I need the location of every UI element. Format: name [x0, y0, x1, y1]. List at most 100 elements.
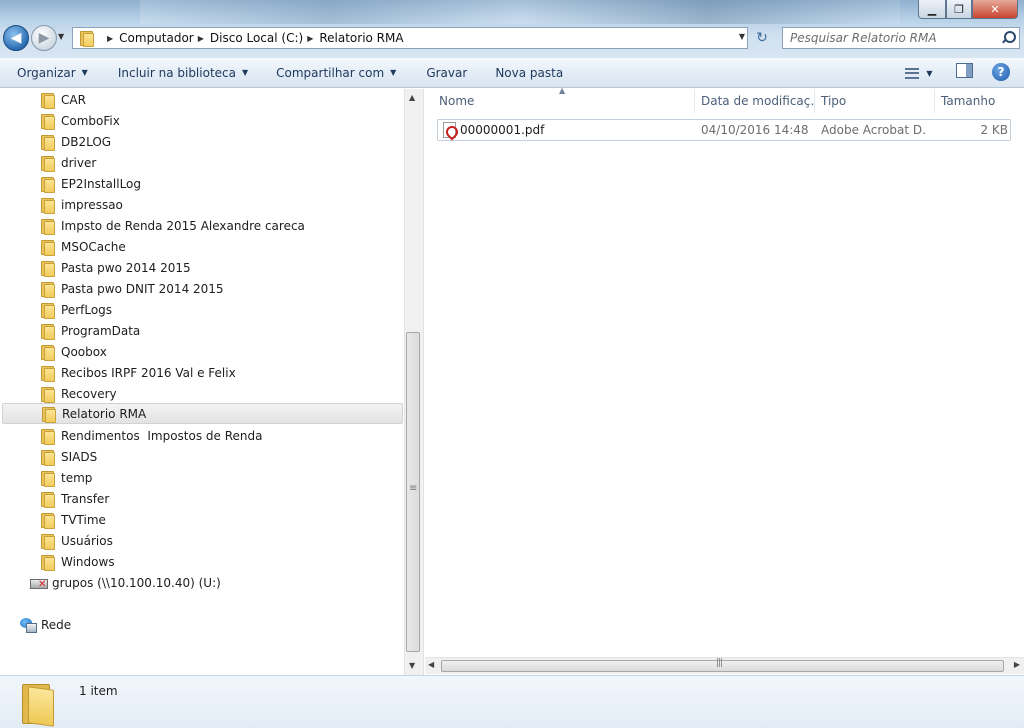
column-header-name[interactable]: Nome: [433, 89, 695, 113]
address-dropdown-icon[interactable]: ▼: [739, 32, 745, 41]
tree-folder-impsto-de-renda[interactable]: Impsto de Renda 2015 Alexandre careca: [0, 215, 404, 236]
folder-label: Qoobox: [61, 344, 107, 359]
share-with-button[interactable]: Compartilhar com ▼: [267, 61, 405, 85]
folder-icon: [40, 92, 55, 109]
include-in-library-button[interactable]: Incluir na biblioteca ▼: [109, 61, 257, 85]
recent-pages-dropdown[interactable]: ▼: [58, 32, 64, 41]
folder-icon: [79, 31, 94, 47]
folder-icon: [40, 470, 55, 487]
burn-button[interactable]: Gravar: [417, 61, 476, 85]
new-folder-button[interactable]: Nova pasta: [486, 61, 572, 85]
column-headers: ▲ Nome Data de modificaç… Tipo Tamanho: [425, 86, 1024, 113]
folder-icon: [40, 302, 55, 319]
search-icon[interactable]: [1001, 31, 1016, 45]
folder-icon: [40, 281, 55, 298]
item-count: 1 item: [79, 684, 118, 698]
breadcrumb-separator-icon[interactable]: ▶: [107, 34, 113, 43]
scroll-right-icon[interactable]: ▶: [1014, 660, 1020, 669]
file-row[interactable]: 00000001.pdf 04/10/2016 14:48 Adobe Acro…: [437, 119, 1011, 141]
tree-folder-windows[interactable]: Windows: [0, 551, 404, 572]
folder-icon: [40, 512, 55, 529]
address-bar[interactable]: ▶ Computador ▶ Disco Local (C:) ▶ Relato…: [72, 27, 748, 49]
folder-icon: [40, 260, 55, 277]
maximize-button[interactable]: ❐: [946, 0, 972, 19]
file-size: 2 KB: [980, 123, 1008, 137]
chevron-down-icon: ▼: [81, 68, 88, 77]
tree-folder-recovery[interactable]: Recovery: [0, 383, 404, 404]
folder-label: Relatorio RMA: [62, 406, 147, 421]
organize-button[interactable]: Organizar ▼: [8, 61, 97, 85]
command-bar: Organizar ▼ Incluir na biblioteca ▼ Compar…: [0, 58, 1024, 88]
folder-label: ProgramData: [61, 323, 141, 338]
folder-icon: [40, 113, 55, 130]
tree-folder-siads[interactable]: SIADS: [0, 446, 404, 467]
scrollbar-thumb[interactable]: [441, 658, 1004, 672]
search-placeholder: Pesquisar Relatorio RMA: [790, 31, 937, 45]
tree-folder-ep2installlog[interactable]: EP2InstallLog: [0, 173, 404, 194]
disconnected-drive-icon: [30, 576, 48, 590]
breadcrumb-separator-icon[interactable]: ▶: [198, 34, 204, 43]
folder-icon: [40, 218, 55, 235]
folder-icon: [41, 406, 56, 423]
folder-label: driver: [61, 155, 97, 170]
folder-label: Recibos IRPF 2016 Val e Felix: [61, 365, 236, 380]
breadcrumb-local-disk[interactable]: Disco Local (C:): [210, 31, 303, 45]
back-button[interactable]: ◀: [3, 25, 29, 51]
breadcrumb-relatorio-rma[interactable]: Relatorio RMA: [319, 31, 403, 45]
tree-folder-driver[interactable]: driver: [0, 152, 404, 173]
tree-folder-relatorio-rma[interactable]: Relatorio RMA: [2, 403, 403, 424]
forward-button[interactable]: ▶: [31, 25, 57, 51]
column-header-size[interactable]: Tamanho: [935, 89, 1013, 113]
help-icon[interactable]: ?: [992, 63, 1010, 81]
folder-icon: [40, 344, 55, 361]
tree-folder-db2log[interactable]: DB2LOG: [0, 131, 404, 152]
file-type: Adobe Acrobat D…: [821, 123, 926, 137]
tree-folder-pasta-pwo-dnit[interactable]: Pasta pwo DNIT 2014 2015: [0, 278, 404, 299]
tree-folder-car[interactable]: CAR: [0, 89, 404, 110]
preview-pane-icon[interactable]: [956, 63, 973, 78]
column-header-date-modified[interactable]: Data de modificaç…: [695, 89, 815, 113]
file-name: 00000001.pdf: [460, 123, 545, 137]
tree-folder-transfer[interactable]: Transfer: [0, 488, 404, 509]
tree-folder-tvtime[interactable]: TVTime: [0, 509, 404, 530]
scrollbar-thumb[interactable]: [406, 332, 420, 652]
breadcrumb-computer[interactable]: Computador: [119, 31, 194, 45]
title-bar: ▁ ❐ ✕ ◀ ▶ ▼ ▶ Computador ▶ Disco Local (…: [0, 0, 1024, 58]
tree-folder-msocache[interactable]: MSOCache: [0, 236, 404, 257]
tree-folder-temp[interactable]: temp: [0, 467, 404, 488]
folder-icon: [40, 491, 55, 508]
refresh-button[interactable]: ↻: [752, 29, 772, 47]
close-button[interactable]: ✕: [972, 0, 1018, 19]
tree-network[interactable]: Rede: [0, 614, 404, 635]
tree-folder-combofix[interactable]: ComboFix: [0, 110, 404, 131]
folder-icon: [40, 428, 55, 445]
file-list-horizontal-scrollbar[interactable]: ◀ ▶: [425, 657, 1024, 674]
scroll-down-icon[interactable]: ▼: [409, 661, 415, 670]
search-input[interactable]: Pesquisar Relatorio RMA: [782, 27, 1020, 49]
breadcrumb-separator-icon[interactable]: ▶: [307, 34, 313, 43]
change-view-button[interactable]: ▼: [898, 61, 940, 85]
minimize-button[interactable]: ▁: [918, 0, 946, 19]
details-view-icon: [905, 67, 920, 79]
pane-splitter[interactable]: [421, 89, 424, 675]
pdf-icon: [443, 122, 456, 138]
column-header-type[interactable]: Tipo: [815, 89, 935, 113]
navigation-pane: CAR ComboFix DB2LOG driver EP2InstallLog…: [0, 89, 404, 675]
scroll-left-icon[interactable]: ◀: [428, 660, 434, 669]
folder-label: Usuários: [61, 533, 113, 548]
navigation-pane-scrollbar[interactable]: ▲ ▼: [404, 89, 421, 675]
scroll-up-icon[interactable]: ▲: [409, 93, 415, 102]
folder-label: EP2InstallLog: [61, 176, 142, 191]
tree-folder-perflogs[interactable]: PerfLogs: [0, 299, 404, 320]
folder-icon: [40, 533, 55, 550]
tree-folder-rendimentos[interactable]: Rendimentos Impostos de Renda: [0, 425, 404, 446]
tree-folder-recibos-irpf[interactable]: Recibos IRPF 2016 Val e Felix: [0, 362, 404, 383]
share-with-label: Compartilhar com: [276, 65, 385, 80]
network-icon: [19, 617, 37, 633]
tree-folder-pasta-pwo[interactable]: Pasta pwo 2014 2015: [0, 257, 404, 278]
tree-folder-programdata[interactable]: ProgramData: [0, 320, 404, 341]
tree-network-drive-u[interactable]: grupos (\\10.100.10.40) (U:): [0, 572, 404, 593]
tree-folder-qoobox[interactable]: Qoobox: [0, 341, 404, 362]
tree-folder-usuarios[interactable]: Usuários: [0, 530, 404, 551]
tree-folder-impressao[interactable]: impressao: [0, 194, 404, 215]
